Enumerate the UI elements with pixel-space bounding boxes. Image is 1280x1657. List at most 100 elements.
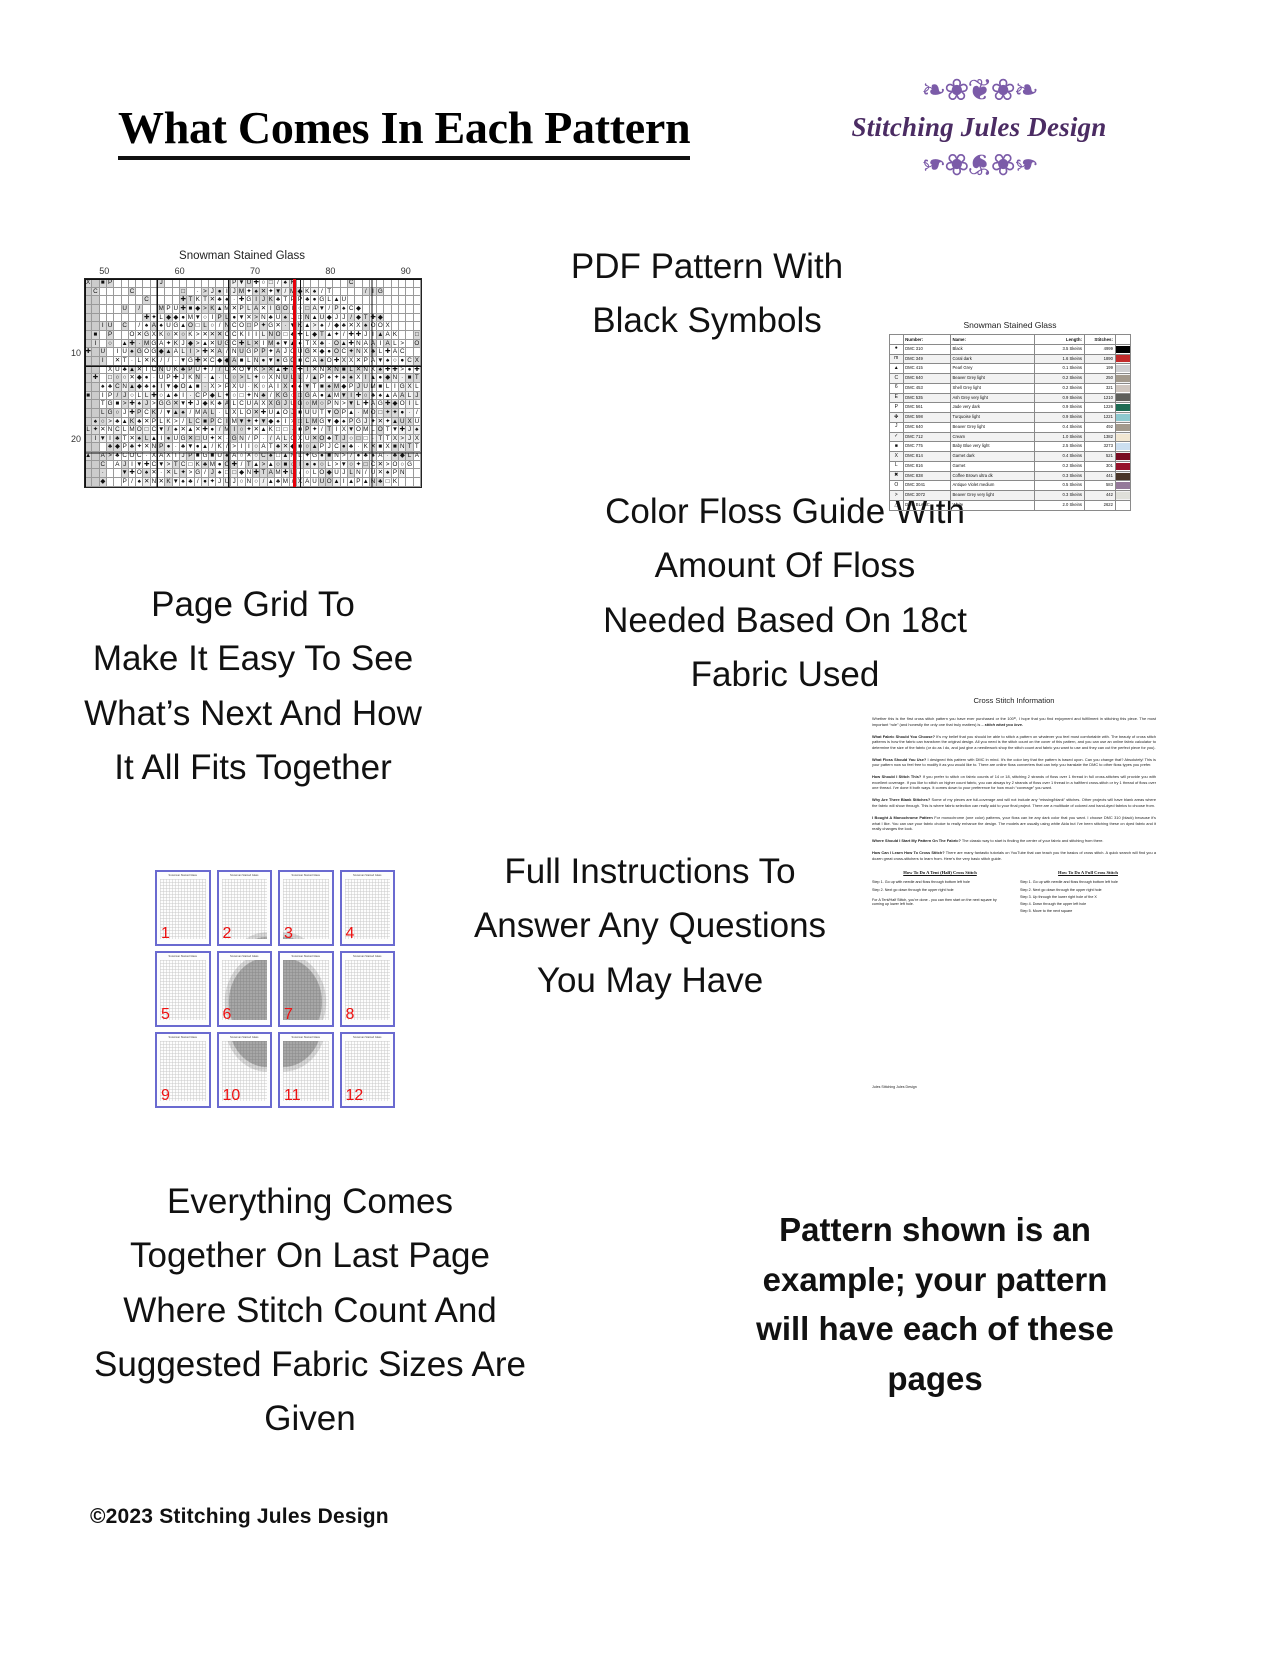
floss-table-row: > DMC 3072 Beaver Grey very light 0.3 Skein… (889, 490, 1132, 502)
page-thumbnail[interactable]: Snowman Stained Glass 4 (339, 870, 395, 946)
page-thumbnail[interactable]: Snowman Stained Glass 3 (278, 870, 334, 946)
floss-table-row: ▲ DMC 415 Pearl Grey 0.1 Skeins 199 (889, 363, 1132, 375)
page-thumbnail-number: 6 (222, 1006, 232, 1023)
floss-cell-sym: ✖ (889, 470, 904, 482)
floss-table-row: L DMC 816 Garnet 0.2 Skeins 301 (889, 460, 1132, 472)
floss-cell-sym: ✓ (889, 431, 904, 443)
instructions-paragraph-lead: How Can I Learn How To Cross Stitch? (872, 850, 945, 856)
swatch-fill (1116, 423, 1130, 431)
floss-color-swatch (1114, 490, 1132, 502)
swatch-fill (1116, 492, 1130, 500)
floss-table-row: m DMC 349 Coral dark 1.6 Skeins 1890 (889, 353, 1132, 365)
page-thumbnail[interactable]: Snowman Stained Glass 10 (216, 1032, 272, 1108)
page-thumbnail-title: Snowman Stained Glass (230, 1036, 259, 1039)
floss-cell-st: 1226 (1083, 402, 1116, 414)
page-thumbnail[interactable]: Snowman Stained Glass 5 (155, 951, 211, 1027)
stitch-guide-step: Step 3. Up through the lower right hole … (1020, 894, 1097, 899)
page-thumbnail-number: 9 (161, 1087, 170, 1104)
swatch-fill (1116, 482, 1130, 490)
floss-color-swatch (1114, 480, 1132, 492)
instructions-paragraph: I Bought A Monochrome Pattern For monoch… (872, 815, 1156, 832)
caption-example-note: Pattern shown is an example; your patter… (756, 1211, 1114, 1397)
floss-column-header (1114, 334, 1132, 345)
floss-cell-name: Turquoise light (949, 412, 1036, 423)
floss-cell-len: 0.3 Skeins (1034, 470, 1085, 482)
page-thumbnail-number: 4 (345, 925, 355, 942)
floss-cell-num: DMC 598 (902, 412, 951, 423)
instructions-paragraph-lead: How Should I Stitch This? (872, 774, 922, 780)
stitch-guide-heading: How To Do A Full Cross Stitch (1058, 870, 1118, 876)
floss-cell-st: 441 (1083, 470, 1116, 482)
floss-cell-st: 3273 (1083, 441, 1116, 453)
instructions-paragraph-lead: What Floss Should You Use? (872, 756, 927, 762)
floss-cell-len: 0.2 Skeins (1034, 373, 1085, 384)
floss-color-swatch (1114, 382, 1132, 394)
floss-cell-num: DMC 775 (902, 441, 951, 453)
page-thumbnail[interactable]: Snowman Stained Glass 7 (278, 951, 334, 1027)
floss-color-swatch (1114, 500, 1132, 511)
floss-cell-num: DMC 640 (902, 373, 951, 384)
floss-cell-num: DMC 640 (902, 421, 951, 433)
floss-color-swatch (1114, 392, 1132, 404)
stitch-guide-step: Step 4. Down through the upper left hole (1020, 901, 1087, 906)
page-thumbnail[interactable]: Snowman Stained Glass 8 (339, 951, 395, 1027)
floss-cell-st: 583 (1083, 480, 1116, 492)
floss-color-swatch (1114, 373, 1132, 384)
instructions-paragraph-emphasis: stitch what you love. (984, 721, 1023, 727)
floss-cell-sym: > (889, 490, 904, 502)
page-thumbnail[interactable]: Snowman Stained Glass 12 (339, 1032, 395, 1108)
floss-cell-len: 0.9 Skeins (1034, 412, 1085, 423)
floss-table-row: J DMC 640 Beaver Grey light 0.4 Skeins 492 (889, 421, 1132, 433)
floss-color-swatch (1114, 421, 1132, 433)
logo-flourish-bottom-icon: ❧❀❦❀❧ (921, 147, 1037, 180)
floss-table: Number: Name: Length: Stitches: ● DMC 310 Bla… (889, 334, 1132, 511)
page-thumbnail[interactable]: Snowman Stained Glass 1 (155, 870, 211, 946)
floss-table-row: C DMC 640 Beaver Grey light 0.2 Skeins 250 (889, 373, 1132, 384)
instructions-paragraph: Why Are There Blank Stitches? Some of my… (872, 797, 1156, 809)
chart-title: Snowman Stained Glass (179, 250, 305, 262)
floss-cell-st: 442 (1083, 490, 1116, 502)
instructions-document-thumbnail: Cross Stitch Information Whether this is… (868, 688, 1160, 1096)
floss-cell-len: 1.0 Skeins (1034, 431, 1085, 443)
caption-floss-guide: Color Floss Guide With Amount Of Floss N… (603, 492, 967, 694)
floss-cell-num: DMC 3041 (902, 480, 951, 492)
chart-column-label: 80 (325, 266, 336, 276)
floss-column-header: Stitches: (1083, 334, 1116, 345)
page-thumbnail-title: Snowman Stained Glass (168, 1036, 197, 1039)
chart-grid: X■PJP▼U✚○□/♠KCCC□·>J●IJM✦♠✕✦▼/M◆K♠/T/IGC… (84, 278, 422, 488)
page-thumbnail[interactable]: Snowman Stained Glass 2 (216, 870, 272, 946)
page-thumbnail[interactable]: Snowman Stained Glass 11 (278, 1032, 334, 1108)
chart-row-label: 20 (70, 434, 81, 444)
page-thumbnail-number: 1 (161, 925, 170, 942)
swatch-fill (1116, 355, 1130, 363)
floss-table-row: 6 DMC 453 Shell Grey light 0.2 Skeins 321 (889, 382, 1132, 394)
instructions-paragraph: What Floss Should You Use? I designed th… (872, 756, 1156, 768)
page-thumbnail-number: 11 (284, 1087, 301, 1104)
page-thumbnail-number: 5 (161, 1006, 170, 1023)
page-thumbnail[interactable]: Snowman Stained Glass 9 (155, 1032, 211, 1108)
floss-cell-sym: E (889, 392, 904, 404)
page-thumbnail-title: Snowman Stained Glass (168, 955, 197, 958)
floss-guide-title: Snowman Stained Glass (963, 320, 1057, 330)
floss-cell-name: Shell Grey light (949, 382, 1036, 394)
floss-cell-len: 2.0 Skeins (1034, 500, 1085, 511)
floss-cell-name: Jade very dark (949, 402, 1036, 414)
floss-cell-num: DMC 838 (902, 470, 951, 482)
floss-cell-sym: J (889, 421, 904, 433)
floss-cell-st: 301 (1083, 460, 1116, 472)
page-thumbnail[interactable]: Snowman Stained Glass 6 (216, 951, 272, 1027)
floss-cell-num: DMC 349 (902, 353, 951, 365)
floss-cell-sym: ■ (889, 441, 904, 453)
floss-table-row: E DMC 535 Ash Grey very light 0.9 Skeins 121… (889, 392, 1132, 404)
chart-column-label: 70 (250, 266, 261, 276)
floss-cell-name: Cream (949, 431, 1036, 443)
instructions-paragraph-lead: I Bought A Monochrome Pattern (872, 815, 933, 821)
floss-table-row: X DMC 814 Garnet dark 0.4 Skeins 521 (889, 451, 1132, 462)
floss-color-swatch (1114, 441, 1132, 453)
page-thumbnail-title: Snowman Stained Glass (291, 874, 320, 877)
swatch-fill (1116, 443, 1130, 451)
floss-cell-sym: O (889, 480, 904, 492)
floss-color-swatch (1114, 431, 1132, 443)
floss-cell-num: DMC 3072 (902, 490, 951, 502)
stitch-guide-step: Step 2. Next go down through the upper r… (872, 887, 954, 892)
